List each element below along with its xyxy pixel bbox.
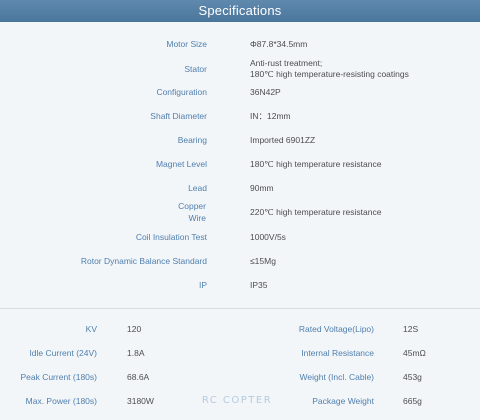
param-label: KV [85, 324, 97, 334]
spec-value: 90mm [250, 183, 274, 193]
specifications-table: Motor Size Φ87.8*34.5mm Stator Anti-rust… [0, 22, 480, 308]
spec-value: 220℃ high temperature resistance [250, 207, 382, 217]
spec-label: Coil Insulation Test [135, 232, 207, 242]
spec-label: Lead [188, 183, 207, 193]
param-value: 1.8A [127, 348, 145, 358]
page-title: Specifications [198, 3, 282, 18]
param-value: 453g [403, 372, 422, 382]
param-label: Rated Voltage(Lipo) [298, 324, 374, 334]
spec-value: IN：12mm [250, 111, 291, 121]
spec-value: Imported 6901ZZ [250, 135, 316, 145]
param-value: 3180W [127, 396, 154, 406]
spec-value: Anti-rust treatment; [250, 58, 323, 68]
spec-label: Motor Size [166, 39, 207, 49]
spec-label: Configuration [156, 87, 207, 97]
param-label: Max. Power (180s) [25, 396, 97, 406]
spec-label: Copper [178, 201, 206, 211]
param-label: Peak Current (180s) [20, 372, 97, 382]
spec-label: Magnet Level [155, 159, 207, 169]
rc-copter-watermark: RC COPTER [201, 395, 273, 406]
param-value: 12S [403, 324, 419, 334]
param-value: 45mΩ [403, 348, 426, 358]
spec-label: Shaft Diameter [150, 111, 207, 121]
spec-value: 180℃ high temperature-resisting coatings [250, 69, 409, 79]
spec-value: IP35 [250, 280, 268, 290]
param-value: 120 [127, 324, 142, 334]
spec-value: Φ87.8*34.5mm [250, 39, 308, 49]
specifications-header: Specifications [0, 0, 480, 22]
param-label: Internal Resistance [301, 348, 374, 358]
spec-value: 36N42P [250, 87, 281, 97]
param-label: Idle Current (24V) [29, 348, 97, 358]
spec-value: 180℃ high temperature resistance [250, 159, 382, 169]
spec-value: ≤15Mg [250, 256, 276, 266]
spec-label: Bearing [177, 135, 207, 145]
param-value: 68.6A [127, 372, 150, 382]
spec-label: Rotor Dynamic Balance Standard [80, 256, 207, 266]
spec-value: 1000V/5s [250, 232, 286, 242]
spec-label: Wire [188, 213, 206, 223]
spec-label: Stator [184, 64, 207, 74]
param-label: Weight (Incl. Cable) [299, 372, 374, 382]
spec-label: IP [198, 280, 207, 290]
param-value: 665g [403, 396, 422, 406]
param-label: Package Weight [312, 396, 374, 406]
